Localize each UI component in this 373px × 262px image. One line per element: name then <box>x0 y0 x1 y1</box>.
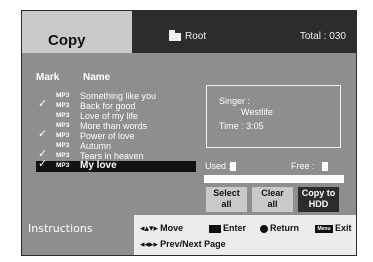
exit-hint: Menu Exit <box>315 223 352 233</box>
select-all-button[interactable]: Select all <box>206 187 247 212</box>
free-indicator <box>322 162 328 171</box>
page-title: Copy <box>48 32 86 49</box>
used-indicator <box>230 162 236 171</box>
enter-label: Enter <box>223 223 247 233</box>
copy-to-hdd-button[interactable]: Copy to HDD <box>298 187 339 212</box>
format-label: MP3 <box>56 132 70 139</box>
format-label: MP3 <box>56 102 70 109</box>
check-icon: ✓ <box>38 98 48 110</box>
header-info-panel: Root Total : 030 <box>132 11 356 53</box>
singer-value: Westlife <box>241 107 273 117</box>
check-icon: ✓ <box>38 128 48 140</box>
track-time: Time : 3:05 <box>219 121 264 131</box>
track-name: Autumn <box>80 141 112 151</box>
move-label: Move <box>160 223 184 233</box>
total-count: Total : 030 <box>299 31 346 42</box>
free-label: Free : <box>291 161 315 171</box>
return-hint: Return <box>260 223 299 233</box>
move-arrows-icon: ◂▴▾▸ <box>140 223 159 234</box>
return-label: Return <box>270 223 299 233</box>
used-label: Used : <box>205 161 232 171</box>
format-label: MP3 <box>56 152 70 159</box>
menu-key-icon: Menu <box>315 224 333 233</box>
track-name: Power of love <box>80 131 135 141</box>
exit-label: Exit <box>335 223 352 233</box>
track-info-box: Singer : Westlife Time : 3:05 <box>206 85 341 148</box>
format-label: MP3 <box>56 122 70 129</box>
enter-key-icon <box>209 224 221 233</box>
return-key-icon <box>260 224 268 233</box>
track-row[interactable]: MP3 Love of my life <box>36 111 196 121</box>
check-icon: ✓ <box>38 158 48 170</box>
current-folder-label: Root <box>185 31 207 42</box>
track-row[interactable]: MP3 More than words <box>36 121 196 131</box>
track-list: MP3 Something like you ✓ MP3 Back for go… <box>36 91 196 172</box>
page-label: Prev/Next Page <box>160 239 226 249</box>
track-row[interactable]: ✓ MP3 Back for good <box>36 98 196 112</box>
track-name: More than words <box>80 121 148 131</box>
folder-icon <box>169 30 181 41</box>
storage-bar <box>204 175 344 183</box>
track-row-selected[interactable]: ✓ MP3 My love <box>36 158 196 172</box>
instructions-panel: ◂▴▾▸ Move Enter Return Menu Exit ◂◂▸▸ Prev/… <box>134 215 356 255</box>
clear-all-button[interactable]: Clear all <box>252 187 293 212</box>
track-name: My love <box>80 160 117 171</box>
format-label: MP3 <box>56 92 70 99</box>
track-row[interactable]: ✓ MP3 Power of love <box>36 128 196 142</box>
header-title-panel: Copy <box>22 11 132 53</box>
track-name: Something like you <box>80 91 157 101</box>
track-name: Back for good <box>80 101 136 111</box>
mark-column-header: Mark <box>36 72 60 83</box>
format-label: MP3 <box>56 112 70 119</box>
track-name: Love of my life <box>80 111 139 121</box>
singer-label: Singer : <box>219 96 251 106</box>
instructions-label: Instructions <box>22 215 134 255</box>
format-label: MP3 <box>56 162 70 169</box>
format-label: MP3 <box>56 142 70 149</box>
prev-next-arrows-icon: ◂◂▸▸ <box>140 239 159 250</box>
enter-hint: Enter <box>209 223 246 233</box>
track-row[interactable]: MP3 Something like you <box>36 91 196 101</box>
track-row[interactable]: MP3 Autumn <box>36 141 196 151</box>
copy-screen: Copy Root Total : 030 Mark Name MP3 Some… <box>21 10 357 256</box>
name-column-header: Name <box>83 72 111 83</box>
page-hint: ◂◂▸▸ Prev/Next Page <box>140 239 226 250</box>
move-hint: ◂▴▾▸ Move <box>140 223 183 234</box>
